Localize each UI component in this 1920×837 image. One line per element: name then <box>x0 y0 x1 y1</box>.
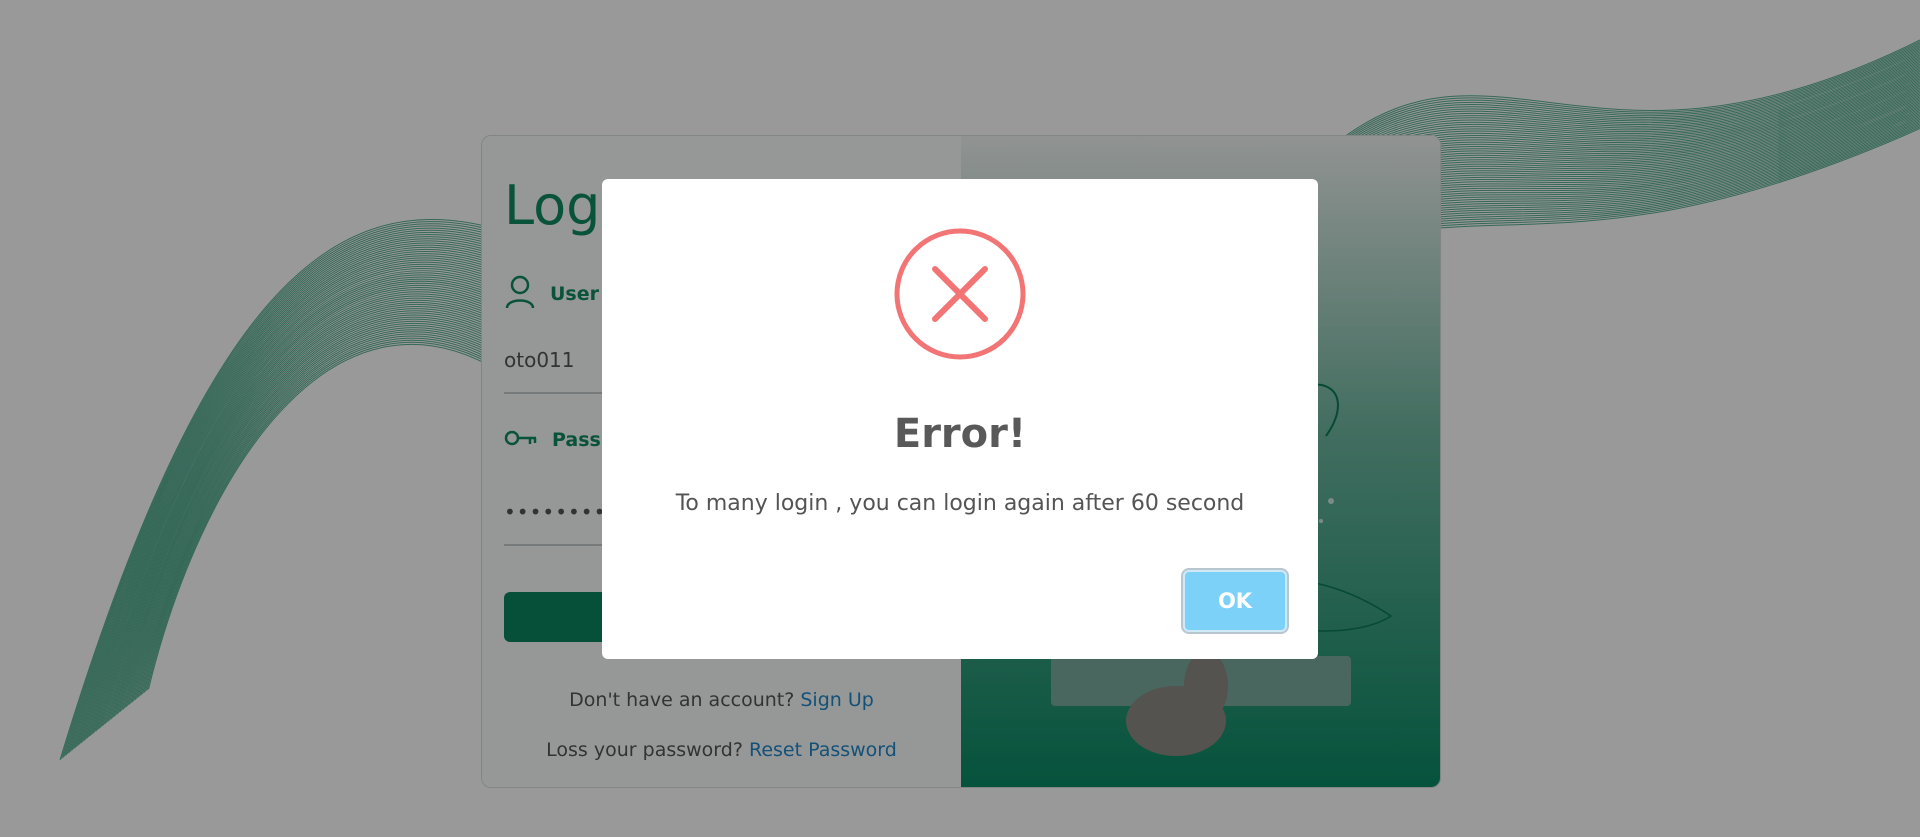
dialog-message: To many login , you can login again afte… <box>675 491 1245 516</box>
ok-button[interactable]: OK <box>1183 570 1287 632</box>
error-x-icon <box>893 227 1027 361</box>
error-dialog: Error! To many login , you can login aga… <box>602 179 1318 659</box>
dialog-title: Error! <box>893 411 1027 457</box>
